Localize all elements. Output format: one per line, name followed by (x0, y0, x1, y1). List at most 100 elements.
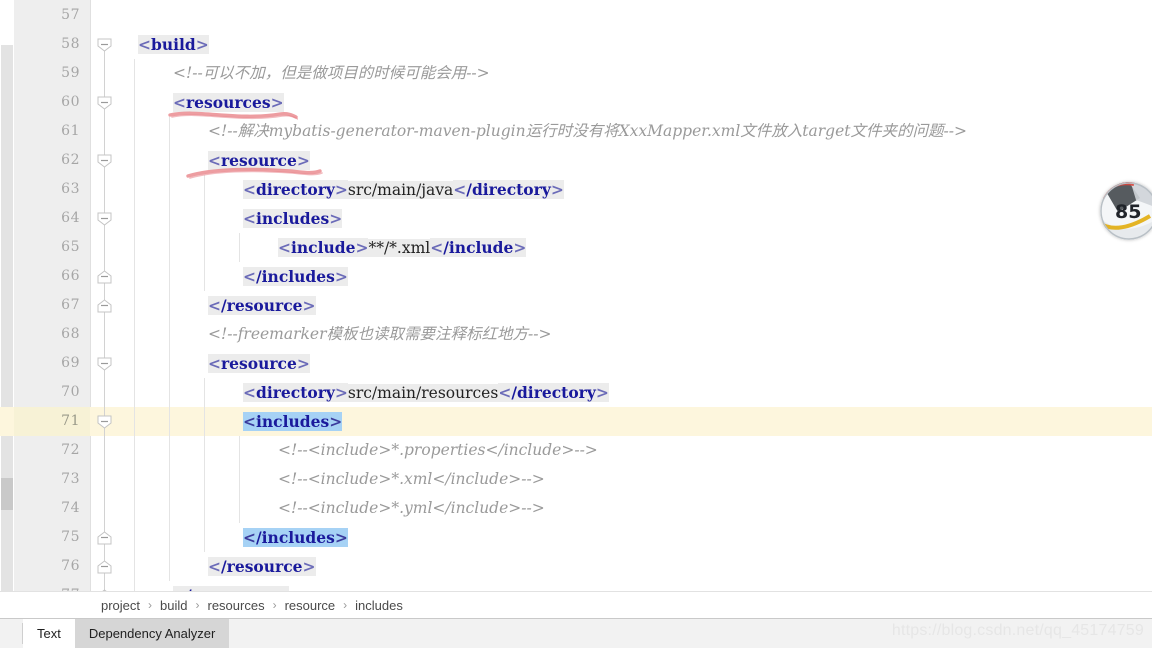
code-line[interactable]: 60 <resources> (0, 88, 1152, 117)
xml-tag: </directory> (453, 180, 564, 199)
tab-list[interactable]: Text Dependency Analyzer (23, 619, 230, 648)
code-line-text[interactable]: <!--解决mybatis-generator-maven-plugin运行时没… (208, 117, 967, 146)
code-line[interactable]: 59 <!--可以不加，但是做项目的时候可能会用--> (0, 59, 1152, 88)
code-editor[interactable]: 57 58 <build> 59 <!--可以不加，但是做项目的时候可能会用--> 60 <… (0, 0, 1152, 591)
xml-tag: <include> (278, 238, 369, 257)
inspection-score-badge[interactable]: 85 (1100, 182, 1152, 240)
code-line-text[interactable]: </resources> (173, 581, 290, 591)
code-line-text[interactable]: <includes> (243, 204, 343, 233)
code-line-text[interactable]: <!--freemarker模板也读取需要注释标红地方--> (208, 320, 551, 349)
line-number[interactable]: 70 (14, 378, 80, 407)
code-line-text[interactable]: <!--可以不加，但是做项目的时候可能会用--> (173, 59, 490, 88)
code-line[interactable]: 65 <include>**/*.xml</include> (0, 233, 1152, 262)
code-line[interactable]: 62 <resource> (0, 146, 1152, 175)
breadcrumb[interactable]: project › build › resources › resource › include… (0, 591, 1152, 618)
line-number[interactable]: 66 (14, 262, 80, 291)
code-line[interactable]: 73 <!--<include>*.xml</include>--> (0, 465, 1152, 494)
xml-tag: <directory> (243, 383, 348, 402)
intellij-pom-editor-window: 57 58 <build> 59 <!--可以不加，但是做项目的时候可能会用--> 60 <… (0, 0, 1152, 648)
line-number[interactable]: 72 (14, 436, 80, 465)
xml-tag: <resource> (208, 151, 310, 170)
line-number[interactable]: 68 (14, 320, 80, 349)
code-line-text[interactable]: </resource> (208, 552, 316, 581)
fold-collapse-icon[interactable] (97, 415, 112, 429)
code-line[interactable]: 77 </resources> (0, 581, 1152, 591)
fold-collapse-icon[interactable] (97, 38, 112, 52)
code-line-text[interactable]: <includes> (243, 407, 343, 436)
line-number[interactable]: 59 (14, 59, 80, 88)
line-number[interactable]: 75 (14, 523, 80, 552)
line-number[interactable]: 76 (14, 552, 80, 581)
code-line-text[interactable]: </resource> (208, 291, 316, 320)
xml-tag-selected: <includes> (243, 412, 343, 431)
line-number[interactable]: 73 (14, 465, 80, 494)
line-number[interactable]: 58 (14, 30, 80, 59)
code-line-text[interactable]: <build> (138, 30, 209, 59)
code-line-text[interactable]: <!--<include>*.yml</include>--> (278, 494, 545, 523)
xml-tag: </resource> (208, 557, 316, 576)
breadcrumb-item-project[interactable]: project (100, 598, 141, 613)
xml-tag: <build> (138, 35, 209, 54)
code-line-text[interactable]: <directory>src/main/java</directory> (243, 175, 564, 204)
code-line[interactable]: 70 <directory>src/main/resources</directo… (0, 378, 1152, 407)
code-line[interactable]: 71 <includes> (0, 407, 1152, 436)
fold-expand-icon[interactable] (97, 530, 112, 545)
code-line[interactable]: 76 </resource> (0, 552, 1152, 581)
code-line[interactable]: 68 <!--freemarker模板也读取需要注释标红地方--> (0, 320, 1152, 349)
breadcrumb-separator-icon: › (195, 598, 200, 612)
fold-expand-icon[interactable] (97, 559, 112, 574)
fold-expand-icon[interactable] (97, 269, 112, 284)
xml-tag: <includes> (243, 209, 343, 228)
line-number[interactable]: 61 (14, 117, 80, 146)
fold-expand-icon[interactable] (97, 298, 112, 313)
code-line-text[interactable]: <resources> (173, 88, 284, 117)
code-line[interactable]: 61 <!--解决mybatis-generator-maven-plugin运行… (0, 117, 1152, 146)
code-line[interactable]: 67 </resource> (0, 291, 1152, 320)
line-number[interactable]: 77 (14, 581, 80, 591)
line-number[interactable]: 64 (14, 204, 80, 233)
code-line[interactable]: 64 <includes> (0, 204, 1152, 233)
tab-dependency-analyzer[interactable]: Dependency Analyzer (74, 619, 230, 648)
xml-tag: <directory> (243, 180, 348, 199)
code-line[interactable]: 74 <!--<include>*.yml</include>--> (0, 494, 1152, 523)
fold-collapse-icon[interactable] (97, 212, 112, 226)
breadcrumb-item-build[interactable]: build (159, 598, 188, 613)
line-number[interactable]: 60 (14, 88, 80, 117)
code-line-text[interactable]: </includes> (243, 262, 348, 291)
xml-comment: <!--<include>*.properties</include>--> (278, 441, 598, 459)
xml-comment: <!--<include>*.yml</include>--> (278, 499, 545, 517)
tab-text[interactable]: Text (23, 619, 75, 648)
code-line-text[interactable]: <resource> (208, 146, 310, 175)
code-line-text[interactable]: <!--<include>*.xml</include>--> (278, 465, 545, 494)
line-number[interactable]: 65 (14, 233, 80, 262)
code-line-text[interactable]: <!--<include>*.properties</include>--> (278, 436, 598, 465)
code-line[interactable]: 72 <!--<include>*.properties</include>--> (0, 436, 1152, 465)
breadcrumb-item-resource[interactable]: resource (284, 598, 337, 613)
line-number[interactable]: 67 (14, 291, 80, 320)
xml-tag: <resources> (173, 93, 284, 112)
line-number[interactable]: 63 (14, 175, 80, 204)
code-line[interactable]: 57 (0, 1, 1152, 30)
code-line[interactable]: 66 </includes> (0, 262, 1152, 291)
fold-collapse-icon[interactable] (97, 154, 112, 168)
code-line[interactable]: 58 <build> (0, 30, 1152, 59)
xml-comment: <!--freemarker模板也读取需要注释标红地方--> (208, 325, 552, 343)
code-line-text[interactable]: <include>**/*.xml</include> (278, 233, 527, 262)
code-line[interactable]: 63 <directory>src/main/java</directory> (0, 175, 1152, 204)
fold-collapse-icon[interactable] (97, 357, 112, 371)
code-line-text[interactable]: </includes> (243, 523, 348, 552)
xml-tag: </includes> (243, 267, 348, 286)
line-number[interactable]: 69 (14, 349, 80, 378)
code-line[interactable]: 75 </includes> (0, 523, 1152, 552)
code-line[interactable]: 69 <resource> (0, 349, 1152, 378)
code-line-text[interactable]: <resource> (208, 349, 310, 378)
line-number[interactable]: 74 (14, 494, 80, 523)
breadcrumb-item-resources[interactable]: resources (207, 598, 266, 613)
code-line-text[interactable]: <directory>src/main/resources</directory… (243, 378, 609, 407)
breadcrumb-item-includes[interactable]: includes (354, 598, 404, 613)
line-number[interactable]: 62 (14, 146, 80, 175)
line-number[interactable]: 57 (14, 1, 80, 30)
line-number[interactable]: 71 (14, 407, 80, 436)
fold-collapse-icon[interactable] (97, 96, 112, 110)
breadcrumb-separator-icon: › (148, 598, 153, 612)
